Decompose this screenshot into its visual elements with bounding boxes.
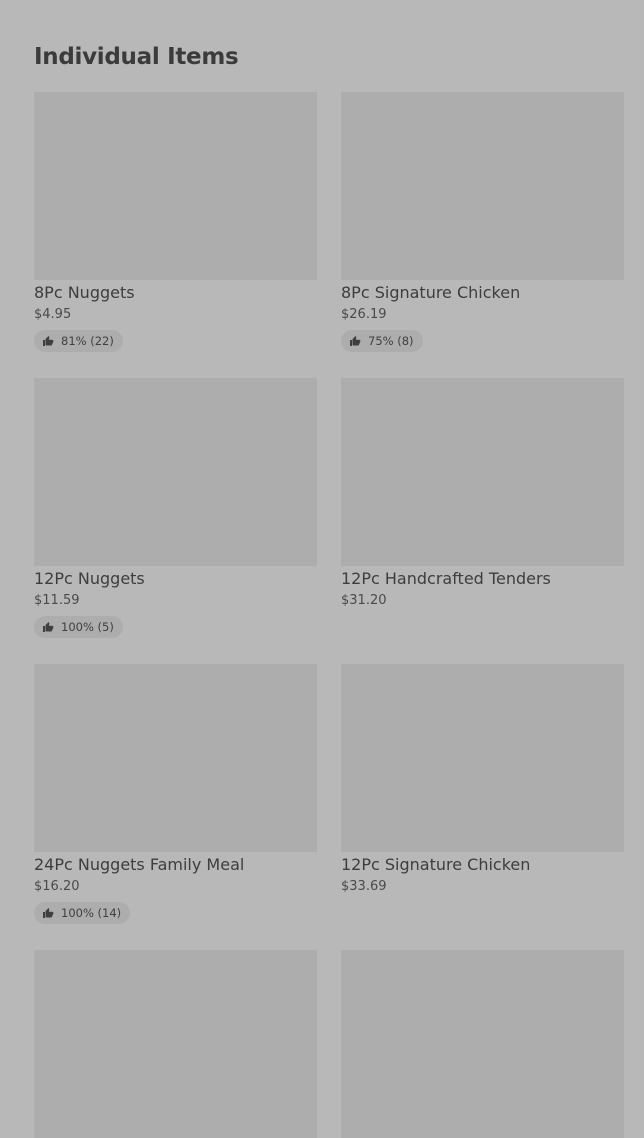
item-image: [341, 664, 624, 852]
menu-item-card[interactable]: 8Pc Nuggets $4.95 81% (22): [34, 92, 317, 352]
item-image: [341, 950, 624, 1138]
item-info: 8Pc Nuggets $4.95 81% (22): [34, 283, 317, 352]
item-rating-text: 81% (22): [61, 334, 114, 348]
item-rating-badge: 81% (22): [34, 330, 123, 352]
item-info: 24Pc Nuggets Family Meal $16.20 100% (14…: [34, 855, 317, 924]
item-info: 12Pc Nuggets $11.59 100% (5): [34, 569, 317, 638]
menu-item-card[interactable]: [341, 950, 624, 1138]
item-price: $33.69: [341, 879, 387, 894]
items-grid: 8Pc Nuggets $4.95 81% (22) 8Pc Signature…: [34, 92, 624, 1138]
item-image: [34, 664, 317, 852]
item-name: 12Pc Handcrafted Tenders: [341, 569, 551, 588]
menu-item-card[interactable]: 12Pc Nuggets $11.59 100% (5): [34, 378, 317, 638]
thumbs-up-icon: [42, 621, 54, 633]
thumbs-up-icon: [42, 907, 54, 919]
item-price: $31.20: [341, 593, 387, 608]
item-rating-text: 100% (5): [61, 620, 114, 634]
thumbs-up-icon: [42, 335, 54, 347]
item-price: $11.59: [34, 593, 80, 608]
item-rating-text: 75% (8): [368, 334, 414, 348]
item-image: [34, 950, 317, 1138]
menu-item-card[interactable]: 12Pc Signature Chicken $33.69: [341, 664, 624, 894]
item-price: $16.20: [34, 879, 80, 894]
item-image: [34, 378, 317, 566]
item-image: [341, 92, 624, 280]
item-name: 8Pc Signature Chicken: [341, 283, 521, 302]
item-name: 12Pc Signature Chicken: [341, 855, 531, 874]
item-image: [34, 92, 317, 280]
menu-item-card[interactable]: [34, 950, 317, 1138]
item-price: $26.19: [341, 307, 387, 322]
item-name: 12Pc Nuggets: [34, 569, 145, 588]
item-name: 8Pc Nuggets: [34, 283, 135, 302]
thumbs-up-icon: [349, 335, 361, 347]
item-rating-text: 100% (14): [61, 906, 122, 920]
section-title: Individual Items: [34, 44, 239, 70]
item-info: 12Pc Signature Chicken $33.69: [341, 855, 624, 896]
item-info: 8Pc Signature Chicken $26.19 75% (8): [341, 283, 624, 352]
menu-item-card[interactable]: 8Pc Signature Chicken $26.19 75% (8): [341, 92, 624, 352]
item-name: 24Pc Nuggets Family Meal: [34, 855, 245, 874]
item-rating-badge: 100% (14): [34, 902, 131, 924]
item-info: 12Pc Handcrafted Tenders $31.20: [341, 569, 624, 610]
item-rating-badge: 75% (8): [341, 330, 423, 352]
item-image: [341, 378, 624, 566]
item-rating-badge: 100% (5): [34, 616, 123, 638]
item-price: $4.95: [34, 307, 72, 322]
menu-item-card[interactable]: 12Pc Handcrafted Tenders $31.20: [341, 378, 624, 608]
menu-item-card[interactable]: 24Pc Nuggets Family Meal $16.20 100% (14…: [34, 664, 317, 924]
